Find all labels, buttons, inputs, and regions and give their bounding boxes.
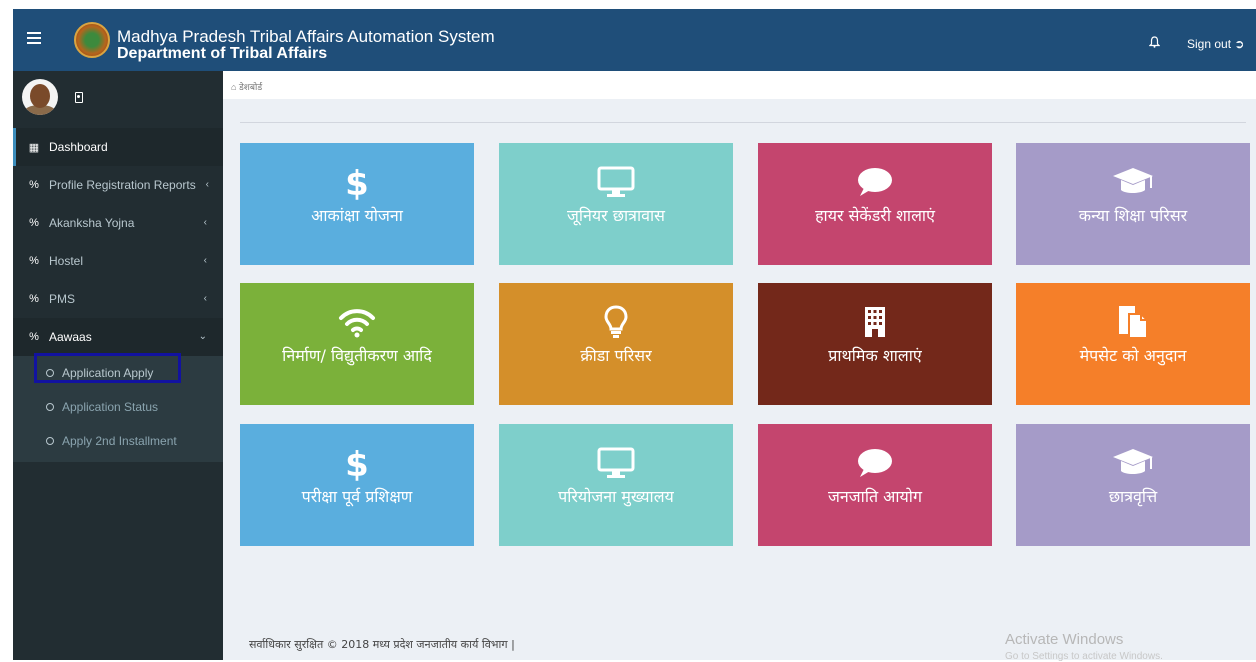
tile-card[interactable]: छात्रवृत्ति <box>1016 424 1250 546</box>
tile-label: छात्रवृत्ति <box>1108 487 1158 506</box>
link-icon: % <box>29 217 39 229</box>
avatar[interactable] <box>22 79 58 115</box>
tile-card[interactable]: जनजाति आयोग <box>758 424 992 546</box>
link-icon: % <box>29 179 39 191</box>
monitor-icon <box>499 446 733 480</box>
tile-card[interactable]: क्रीडा परिसर <box>499 283 733 405</box>
breadcrumb-label[interactable]: डेशबोर्ड <box>239 82 262 92</box>
svg-text:$: $ <box>345 164 369 200</box>
tile-card[interactable]: परियोजना मुख्यालय <box>499 424 733 546</box>
chevron-down-icon: ⌄ <box>198 331 207 342</box>
chevron-left-icon: ‹ <box>203 217 207 228</box>
tile-label: आकांक्षा योजना <box>311 206 403 225</box>
sidebar-item-hostel[interactable]: % Hostel ‹ <box>13 242 223 280</box>
tile-label: क्रीडा परिसर <box>580 346 652 365</box>
app-title: Madhya Pradesh Tribal Affairs Automation… <box>117 27 495 46</box>
circle-icon <box>46 403 54 411</box>
submenu-item-label: Application Status <box>62 400 159 414</box>
graduation-cap-icon <box>1016 165 1250 199</box>
page: Madhya Pradesh Tribal Affairs Automation… <box>0 0 1256 662</box>
submenu-item-apply-2nd-installment[interactable]: Apply 2nd Installment <box>13 424 223 458</box>
tile-card[interactable]: निर्माण/ विद्युतीकरण आदि <box>240 283 474 405</box>
tile-card[interactable]: $ आकांक्षा योजना <box>240 143 474 265</box>
tile-label: परीक्षा पूर्व प्रशिक्षण <box>301 487 413 506</box>
tile-label: कन्या शिक्षा परिसर <box>1078 206 1188 225</box>
tile-label: निर्माण/ विद्युतीकरण आदि <box>282 346 432 365</box>
submenu-item-label: Apply 2nd Installment <box>62 434 177 448</box>
app-header: Madhya Pradesh Tribal Affairs Automation… <box>13 9 1256 71</box>
department-title: Department of Tribal Affairs <box>117 45 328 62</box>
tile-label: मेपसेट को अनुदान <box>1079 346 1187 365</box>
circle-icon <box>46 437 54 445</box>
sidebar-item-label: Aawaas <box>49 330 92 344</box>
submenu-item-application-status[interactable]: Application Status <box>13 390 223 424</box>
department-logo <box>74 22 110 58</box>
tile-label: जूनियर छात्रावास <box>567 206 665 225</box>
top-strip <box>0 0 1256 9</box>
dollar-icon: $ <box>240 445 474 481</box>
signout-button[interactable]: Sign out ➲ <box>1187 37 1244 51</box>
sidebar: ▦ Dashboard % Profile Registration Repor… <box>13 71 223 660</box>
tile-label: हायर सेकेंडरी शालाएं <box>815 206 935 225</box>
activate-windows-hint: Go to Settings to activate Windows. <box>1005 651 1163 662</box>
activate-windows-watermark: Activate Windows <box>1005 631 1124 648</box>
sidebar-item-aawaas[interactable]: % Aawaas ⌄ <box>13 318 223 356</box>
chevron-left-icon: ‹ <box>203 255 207 266</box>
lightbulb-icon <box>499 305 733 339</box>
sidebar-item-akanksha-yojna[interactable]: % Akanksha Yojna ‹ <box>13 204 223 242</box>
annotation-highlight-box <box>34 353 181 383</box>
notification-bell-icon[interactable] <box>1148 36 1161 51</box>
dollar-icon: $ <box>240 164 474 200</box>
tile-card[interactable]: हायर सेकेंडरी शालाएं <box>758 143 992 265</box>
tile-card[interactable]: प्राथमिक शालाएं <box>758 283 992 405</box>
sidebar-item-pms[interactable]: % PMS ‹ <box>13 280 223 318</box>
id-card-icon <box>75 92 83 103</box>
link-icon: % <box>29 255 39 267</box>
grid-icon: ▦ <box>28 141 40 154</box>
tile-card[interactable]: $ परीक्षा पूर्व प्रशिक्षण <box>240 424 474 546</box>
wifi-icon <box>240 305 474 339</box>
footer-copyright: सर्वाधिकार सुरक्षित © 2018 मध्य प्रदेश ज… <box>249 638 515 651</box>
main-content: ⌂ डेशबोर्ड $ आकांक्षा योजना जूनियर छात्राव… <box>223 71 1256 662</box>
link-icon: % <box>29 293 39 305</box>
svg-text:$: $ <box>345 445 369 481</box>
link-icon: % <box>29 331 39 343</box>
signout-label: Sign out <box>1187 37 1232 51</box>
sidebar-menu: ▦ Dashboard % Profile Registration Repor… <box>13 128 223 462</box>
tile-card[interactable]: मेपसेट को अनुदान <box>1016 283 1250 405</box>
tile-label: जनजाति आयोग <box>828 487 922 506</box>
document-icon <box>1016 305 1250 339</box>
divider <box>240 122 1246 123</box>
graduation-cap-icon <box>1016 446 1250 480</box>
tile-label: परियोजना मुख्यालय <box>558 487 674 506</box>
sidebar-item-label: PMS <box>49 292 76 306</box>
chat-icon <box>758 446 992 480</box>
menu-toggle-icon[interactable] <box>27 32 41 44</box>
user-panel <box>13 71 223 125</box>
chevron-left-icon: ‹ <box>205 179 209 190</box>
tile-card[interactable]: कन्या शिक्षा परिसर <box>1016 143 1250 265</box>
chat-icon <box>758 165 992 199</box>
sidebar-item-label: Akanksha Yojna <box>49 216 135 230</box>
chevron-left-icon: ‹ <box>203 293 207 304</box>
building-icon <box>758 305 992 339</box>
monitor-icon <box>499 165 733 199</box>
sidebar-item-label: Hostel <box>49 254 84 268</box>
sidebar-item-profile-registration-reports[interactable]: % Profile Registration Reports ‹ <box>13 166 223 204</box>
breadcrumb: ⌂ डेशबोर्ड <box>223 71 1256 99</box>
tile-label: प्राथमिक शालाएं <box>828 346 922 365</box>
sidebar-item-label: Dashboard <box>49 140 108 154</box>
sidebar-item-label: Profile Registration Reports <box>49 178 196 192</box>
sidebar-item-dashboard[interactable]: ▦ Dashboard <box>13 128 223 166</box>
signout-icon: ➲ <box>1234 37 1245 51</box>
tile-card[interactable]: जूनियर छात्रावास <box>499 143 733 265</box>
home-icon: ⌂ <box>231 82 237 92</box>
